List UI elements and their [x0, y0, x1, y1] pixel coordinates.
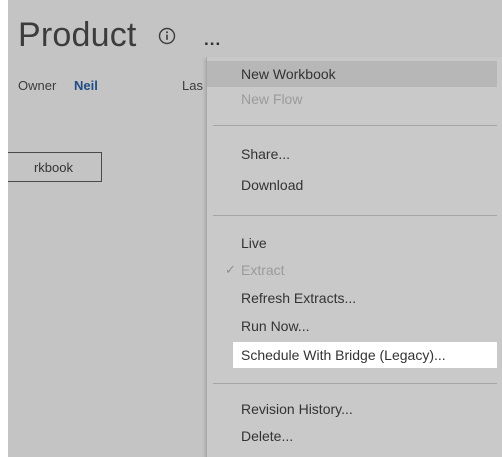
owner-label: Owner: [18, 78, 57, 93]
checkmark-icon: ✓: [225, 262, 236, 277]
menu-item-refresh-extracts[interactable]: Refresh Extracts...: [207, 285, 497, 311]
menu-item-revision-history[interactable]: Revision History...: [207, 396, 497, 422]
menu-item-new-flow[interactable]: New Flow: [207, 86, 497, 112]
more-actions-button[interactable]: ...: [204, 30, 221, 50]
menu-item-live[interactable]: Live: [207, 230, 497, 256]
menu-item-new-workbook[interactable]: New Workbook: [207, 61, 497, 87]
workbook-button[interactable]: rkbook: [8, 152, 102, 182]
menu-item-extract-label: Extract: [241, 262, 285, 278]
menu-item-download[interactable]: Download: [207, 172, 497, 198]
menu-divider: [213, 383, 497, 384]
page-title: Product: [18, 16, 137, 54]
menu-divider: [213, 125, 497, 126]
last-modified-label: Las: [182, 78, 203, 93]
menu-item-schedule-with-bridge[interactable]: Schedule With Bridge (Legacy)...: [233, 342, 497, 368]
workbook-button-label: rkbook: [33, 159, 73, 175]
menu-item-share[interactable]: Share...: [207, 141, 497, 167]
menu-item-extract[interactable]: ✓ Extract: [207, 257, 497, 283]
menu-divider: [213, 215, 497, 216]
menu-item-run-now[interactable]: Run Now...: [207, 313, 497, 339]
actions-dropdown-menu: New Workbook New Flow Share... Download …: [206, 57, 502, 457]
info-icon[interactable]: [158, 27, 176, 45]
menu-item-delete[interactable]: Delete...: [207, 423, 497, 449]
owner-link[interactable]: Neil: [74, 78, 98, 93]
